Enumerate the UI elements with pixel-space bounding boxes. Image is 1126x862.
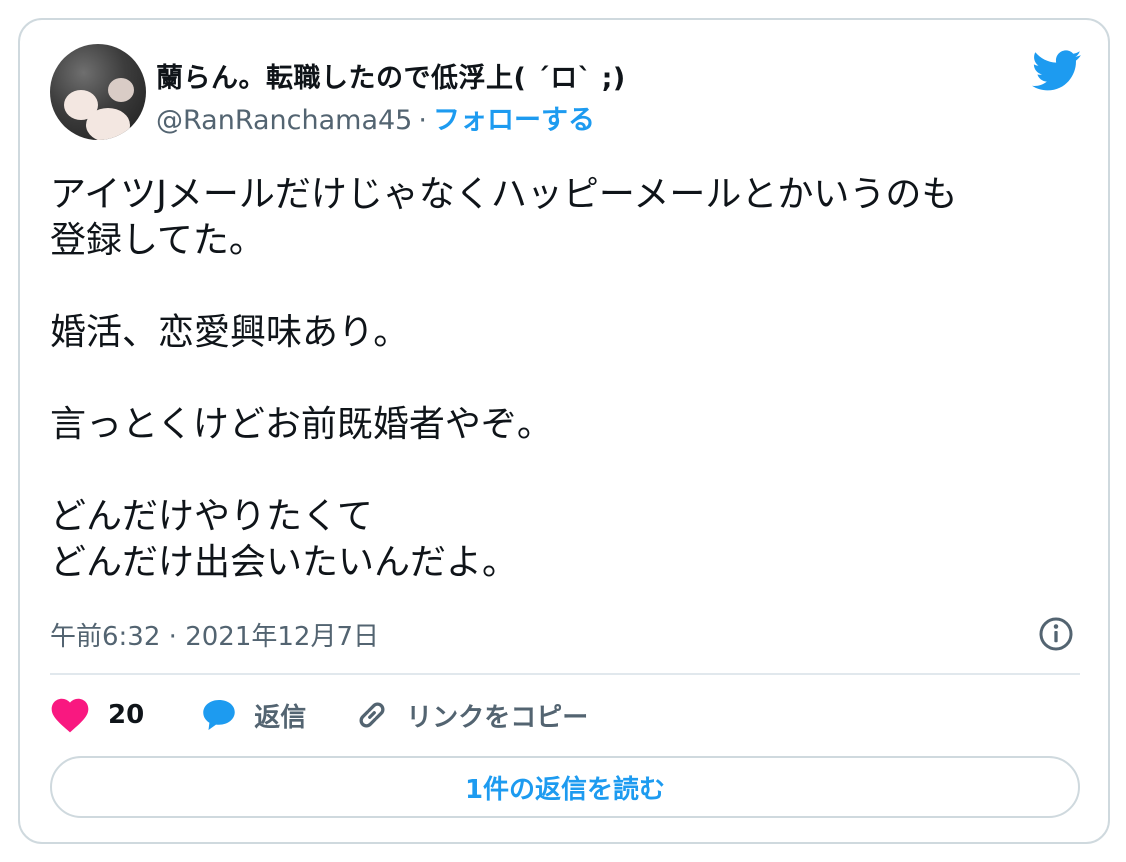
link-icon <box>359 702 385 728</box>
tweet-card: 蘭らん。転職したので低浮上( ´ロ` ;) @RanRanchama45 · フォロ… <box>18 18 1110 844</box>
avatar[interactable] <box>50 44 146 140</box>
read-replies-label: 1件の返信を読む <box>464 774 666 805</box>
timestamp-separator: · <box>168 622 177 652</box>
author-handle[interactable]: @RanRanchama45 <box>156 105 412 136</box>
paw-toe <box>108 78 134 102</box>
author-handle-row: @RanRanchama45 · フォローする <box>156 98 595 137</box>
heart-icon <box>51 698 89 733</box>
info-icon[interactable] <box>1038 616 1074 652</box>
reply-label: 返信 <box>254 702 307 733</box>
reply-button[interactable]: 返信 <box>200 697 306 734</box>
like-button[interactable]: 20 <box>50 697 144 733</box>
read-replies-button[interactable]: 1件の返信を読む <box>50 756 1080 818</box>
speech-bubble-icon <box>203 700 235 730</box>
paw-pad <box>86 108 130 140</box>
tweet-date[interactable]: 2021年12月7日 <box>185 622 379 652</box>
author-name[interactable]: 蘭らん。転職したので低浮上( ´ロ` ;) <box>156 56 626 95</box>
tweet-timestamp[interactable]: 午前6:32 · 2021年12月7日 <box>50 616 379 653</box>
divider <box>50 673 1080 675</box>
tweet-time[interactable]: 午前6:32 <box>50 622 160 652</box>
like-count: 20 <box>108 700 145 730</box>
copy-link-button[interactable]: リンクをコピー <box>354 697 588 734</box>
handle-separator: · <box>418 105 427 136</box>
follow-button[interactable]: フォローする <box>433 105 595 136</box>
action-bar: 20 返信 リンクをコピー <box>50 692 588 738</box>
tweet-text: アイツJメールだけじゃなくハッピーメールとかいうのも 登録してた。 婚活、恋愛興… <box>50 174 958 583</box>
twitter-bird-icon[interactable] <box>1032 50 1082 92</box>
copy-link-label: リンクをコピー <box>406 702 589 733</box>
